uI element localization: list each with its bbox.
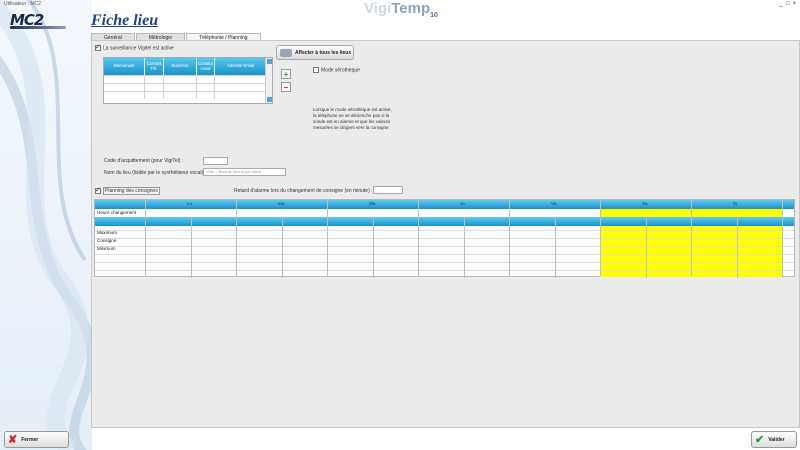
table-row[interactable] [104,91,272,99]
page-title: Fiche lieu [91,12,159,29]
maximize-icon[interactable]: □ [786,1,790,7]
planning-option[interactable]: Planning des consignes [95,186,160,196]
place-name-input[interactable]: Vide = Nom du lieu lu par lettre [203,168,286,176]
row-label-maximum: Maximum [97,230,117,235]
serotheque-checkbox[interactable] [313,67,319,73]
locations-icon [280,48,292,57]
heure-changement-label: Heure changement [97,210,137,215]
assign-all-places-button[interactable]: Affecter à tous les lieux [276,45,354,60]
row-label-consigne: Consigne [97,238,117,243]
vigitemp-logo: VigiTemp10 [364,0,438,19]
contacts-table[interactable]: Intervenant Contact Tél. Numéros Contact… [103,57,273,104]
decorative-background [0,0,92,450]
contacts-table-header: Intervenant Contact Tél. Numéros Contact… [104,58,272,75]
days-header [95,200,794,209]
surveillance-checkbox[interactable] [95,43,101,51]
day-saturday: Sa. [642,201,649,206]
serotheque-option[interactable]: Mode sérothèque [313,67,360,73]
planning-label: Planning des consignes [103,187,160,196]
plus-icon: + [283,69,289,79]
day-friday: Ve. [551,201,558,206]
scroll-down-icon[interactable] [267,97,272,102]
day-tuesday: Ma. [278,201,286,206]
column-header[interactable]: Intervenant [104,58,145,75]
column-header[interactable]: Numéros [164,58,197,75]
delay-label: Retard d'alarme lors du changement de co… [234,188,373,194]
scroll-up-icon[interactable] [267,59,272,64]
window-controls: _ □ × [780,1,796,7]
checkmark-icon: ✔ [755,433,765,446]
serotheque-label: Mode sérothèque [321,67,360,74]
serotheque-note: Lorsque le mode sérothèque est activé, l… [313,107,392,130]
planning-grid[interactable]: Lu. Ma. Me. Je. Ve. Sa. Di. Heure change… [94,199,795,278]
surveillance-label: La surveillance Vigitel est active [103,45,174,52]
day-wednesday: Me. [369,201,377,206]
delay-input[interactable] [373,186,403,194]
current-user: Utilisateur : MC2 [4,1,41,7]
validate-button[interactable]: ✔ Valider [751,431,797,448]
close-window-icon[interactable]: × [792,1,796,7]
day-monday: Lu. [187,201,194,206]
remove-contact-button[interactable]: − [281,82,291,92]
row-label-minimum: Minimum [97,246,116,251]
column-header[interactable]: Contact email [197,58,215,75]
column-header[interactable]: Adresse Email [215,58,267,75]
hours-header [95,217,794,226]
cross-icon: ✘ [8,433,18,446]
minimize-icon[interactable]: _ [780,1,783,7]
minus-icon: − [283,82,289,92]
ack-code-input[interactable] [203,157,228,165]
add-contact-button[interactable]: + [281,69,291,79]
place-name-label: Nom du lieu (lisible par le synthétiseur… [104,170,206,176]
table-row[interactable] [104,83,272,91]
surveillance-option[interactable]: La surveillance Vigitel est active [95,43,174,52]
mc2-logo: MC2 [10,11,66,29]
table-row[interactable] [104,75,272,83]
close-button[interactable]: ✘ Fermer [4,431,69,448]
day-thursday: Je. [460,201,467,206]
planning-checkbox[interactable] [95,186,101,194]
column-header[interactable]: Contact Tél. [145,58,164,75]
ack-code-label: Code d'acquittement (pour VigiTel) : [104,158,184,164]
contacts-scrollbar[interactable] [265,58,272,103]
day-sunday: Di. [733,201,739,206]
